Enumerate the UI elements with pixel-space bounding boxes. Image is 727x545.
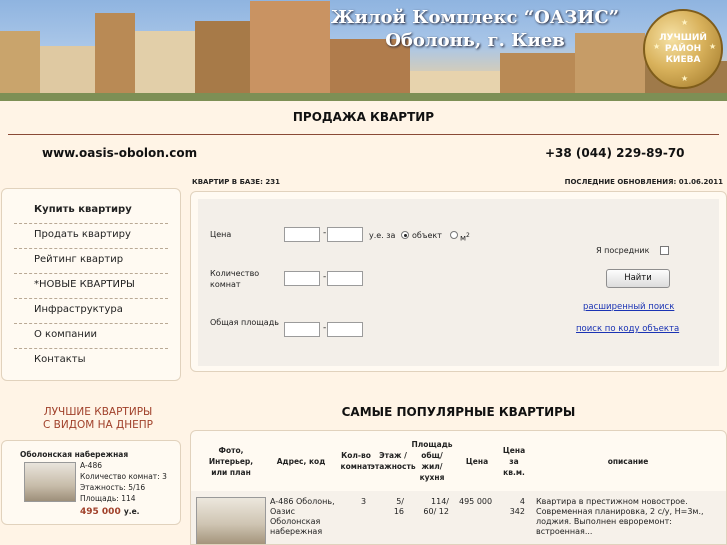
agent-label: Я посредник [596,246,650,255]
row-floor: 5/ 16 [393,497,404,516]
popular-table: Фото, Интерьер, или план Адрес, код Кол-… [190,430,727,545]
ground-strip [0,93,727,101]
menu-item-contacts[interactable]: Контакты [14,349,168,374]
per-m2-sup: 2 [466,232,470,239]
best-area: Площадь: 114 [80,494,136,503]
advanced-search-link[interactable]: расширенный поиск [583,302,674,312]
price-label: Цена [210,230,232,239]
popular-title: САМЫЕ ПОПУЛЯРНЫЕ КВАРТИРЫ [341,405,576,419]
price-max-input[interactable] [327,227,363,242]
row-price-m2: 4 342 [509,497,525,516]
rooms-label: Количество комнат [210,269,260,289]
last-update: ПОСЛЕДНИЕ ОБНОВЛЕНИЯ: 01.06.2011 [564,178,723,186]
column-header: Фото, Интерьер, или план [208,445,254,477]
banner-title: Жилой Комплекс “ОАЗИС” Оболонь, г. Киев [330,6,620,52]
column-header: Цена за кв.м. [502,445,526,477]
page-title: ПРОДАЖА КВАРТИР [292,110,435,124]
row-description: Квартира в престижном новострое. Совреме… [536,497,704,536]
medal-line: КИЕВА [665,55,701,65]
banner-title-line2: Оболонь, г. Киев [385,30,565,51]
best-district-medal: ★ ★ ★ ★ ЛУЧШИЙ РАЙОН КИЕВА [643,9,723,89]
menu-item-new[interactable]: *НОВЫЕ КВАРТИРЫ [14,274,168,299]
range-dash: - [323,228,327,238]
rooms-min-input[interactable] [284,271,320,286]
find-button[interactable]: Найти [606,269,670,288]
search-by-code-link[interactable]: поиск по коду объекта [576,324,679,334]
table-row[interactable]: A-486 Оболонь, Оазис Оболонская набережн… [191,491,726,544]
building-illustration [250,1,330,101]
range-dash: - [323,323,327,333]
agent-checkbox[interactable] [660,246,669,255]
best-location: Оболонская набережная [20,450,129,459]
best-title-line2: С ВИДОМ НА ДНЕПР [43,419,153,431]
star-icon: ★ [681,74,689,83]
best-code: A-486 [80,461,102,470]
currency-unit-label: у.е. за [369,231,396,240]
column-header: описание [607,456,649,466]
row-area: 114/ 60/ 12 [423,497,449,516]
menu-item-buy[interactable]: Купить квартиру [14,199,168,224]
area-label: Общая площадь [210,318,279,327]
menu-item-rating[interactable]: Рейтинг квартир [14,249,168,274]
range-dash: - [323,272,327,282]
apartment-photo[interactable] [196,497,266,544]
sidebar-menu: Купить квартиру Продать квартиру Рейтинг… [1,188,181,381]
best-title-line1: ЛУЧШИЕ КВАРТИРЫ [43,406,153,418]
database-count: КВАРТИР В БАЗЕ: 231 [192,178,280,186]
column-header: Этаж / этажность [370,451,416,471]
area-min-input[interactable] [284,322,320,337]
building-illustration [195,21,250,101]
star-icon: ★ [653,42,661,51]
apartment-photo[interactable] [24,462,76,502]
building-illustration [135,31,195,101]
menu-item-sell[interactable]: Продать квартиру [14,224,168,249]
row-address: A-486 Оболонь, Оазис Оболонская набережн… [270,497,335,536]
menu-item-about[interactable]: О компании [14,324,168,349]
best-floor: Этажность: 5/16 [80,483,146,492]
column-header: Адрес, код [276,456,326,466]
per-m2-radio[interactable] [450,231,458,239]
search-form: Цена - у.е. за объект м2 Количество комн… [198,199,719,366]
row-rooms: 3 [361,497,367,506]
column-header: Цена [465,456,489,466]
banner-title-line1: Жилой Комплекс “ОАЗИС” [330,7,620,28]
per-object-label: объект [412,231,442,240]
site-url[interactable]: www.oasis-obolon.com [42,146,197,160]
best-apartments-title: ЛУЧШИЕ КВАРТИРЫ С ВИДОМ НА ДНЕПР [0,406,196,432]
per-object-radio[interactable] [401,231,409,239]
rooms-max-input[interactable] [327,271,363,286]
search-panel: Цена - у.е. за объект м2 Количество комн… [190,191,727,372]
star-icon: ★ [681,18,689,27]
best-rooms: Количество комнат: 3 [80,472,167,481]
best-price: 495 000 у.е. [80,507,140,517]
best-apartment-card[interactable]: Оболонская набережная A-486 Количество к… [1,440,181,525]
price-min-input[interactable] [284,227,320,242]
building-illustration [0,31,40,101]
area-max-input[interactable] [327,322,363,337]
best-price-currency: у.е. [123,507,140,516]
column-header: Площадь общ/ жил/ кухня [411,440,453,482]
per-m2-label: м2 [460,230,470,244]
column-header: Кол-во комнат [340,451,372,471]
building-illustration [95,13,135,101]
contact-phone: +38 (044) 229-89-70 [545,146,685,160]
divider [8,134,719,135]
star-icon: ★ [709,42,717,51]
header-banner: Жилой Комплекс “ОАЗИС” Оболонь, г. Киев … [0,0,727,101]
best-price-value: 495 000 [80,507,121,517]
row-price: 495 000 [459,497,493,506]
menu-item-infrastructure[interactable]: Инфраструктура [14,299,168,324]
